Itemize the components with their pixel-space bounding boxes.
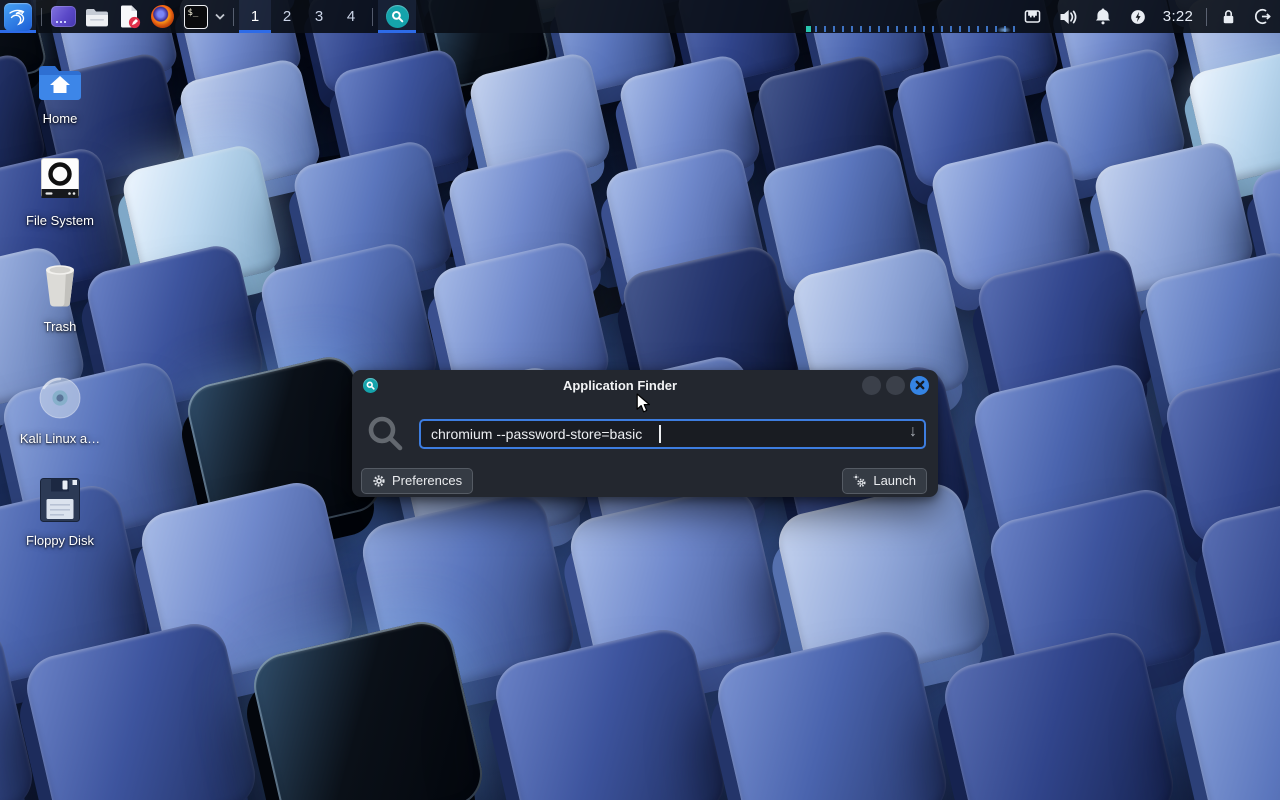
volume-applet[interactable] bbox=[1050, 0, 1085, 33]
panel-tray: 3:22 bbox=[1015, 0, 1280, 33]
logout-button[interactable] bbox=[1244, 0, 1280, 33]
application-finder-icon bbox=[386, 5, 409, 28]
wallpaper-glint-strip bbox=[806, 26, 1018, 32]
close-button[interactable] bbox=[910, 376, 929, 395]
desktop-icon-trash[interactable]: Trash bbox=[12, 262, 108, 334]
text-caret bbox=[659, 425, 661, 443]
launcher-firefox[interactable] bbox=[146, 0, 179, 33]
terminal-icon: $_ bbox=[184, 5, 208, 29]
application-finder-icon bbox=[363, 378, 378, 393]
workspace-1-label: 1 bbox=[251, 8, 259, 25]
qterminal-icon bbox=[51, 6, 76, 27]
text-editor-icon bbox=[119, 5, 141, 29]
firefox-icon bbox=[151, 5, 174, 28]
desktop-icon-home[interactable]: Home bbox=[12, 54, 108, 126]
network-applet[interactable] bbox=[1015, 0, 1050, 33]
maximize-button[interactable] bbox=[886, 376, 905, 395]
workspace-1[interactable]: 1 bbox=[239, 0, 271, 33]
application-finder-window: Application Finder ↓ bbox=[352, 370, 938, 497]
workspace-2-label: 2 bbox=[283, 8, 291, 25]
desktop-icon-kali-cdrom[interactable]: Kali Linux a… bbox=[12, 374, 108, 446]
top-panel: $_ 1 2 3 4 bbox=[0, 0, 1280, 33]
network-icon bbox=[1023, 7, 1042, 26]
command-input[interactable] bbox=[419, 419, 926, 449]
notifications-applet[interactable] bbox=[1085, 0, 1120, 33]
workspace-3-label: 3 bbox=[315, 8, 323, 25]
hard-drive-icon bbox=[41, 158, 79, 202]
desktop-icon-label: Floppy Disk bbox=[26, 533, 94, 548]
home-folder-icon bbox=[37, 62, 83, 100]
floppy-icon bbox=[40, 478, 80, 522]
desktop-icon-floppy[interactable]: Floppy Disk bbox=[12, 476, 108, 548]
gear-icon bbox=[372, 474, 386, 488]
logout-icon bbox=[1253, 7, 1272, 26]
bell-icon bbox=[1094, 7, 1112, 26]
launcher-text-editor[interactable] bbox=[113, 0, 146, 33]
volume-icon bbox=[1058, 7, 1078, 27]
minimize-button[interactable] bbox=[862, 376, 881, 395]
launcher-file-manager[interactable] bbox=[80, 0, 113, 33]
desktop-icon-label: Kali Linux a… bbox=[20, 431, 100, 446]
launcher-qterminal[interactable] bbox=[47, 0, 80, 33]
mouse-cursor bbox=[636, 393, 651, 414]
panel-separator bbox=[233, 8, 234, 26]
kali-menu-icon bbox=[4, 3, 32, 31]
window-title: Application Finder bbox=[378, 378, 862, 393]
history-dropdown-icon[interactable]: ↓ bbox=[909, 423, 917, 441]
workspace-2[interactable]: 2 bbox=[271, 0, 303, 33]
panel-separator bbox=[372, 8, 373, 26]
panel-separator bbox=[41, 8, 42, 26]
desktop-icon-label: File System bbox=[26, 213, 94, 228]
preferences-label: Preferences bbox=[392, 473, 462, 488]
power-icon bbox=[1129, 8, 1147, 26]
panel-clock[interactable]: 3:22 bbox=[1155, 0, 1201, 33]
applications-menu-button[interactable] bbox=[0, 0, 36, 33]
launch-icon bbox=[853, 474, 867, 488]
workspace-4[interactable]: 4 bbox=[335, 0, 367, 33]
launcher-dropdown[interactable] bbox=[212, 0, 228, 33]
workspace-3[interactable]: 3 bbox=[303, 0, 335, 33]
desktop-icon-label: Home bbox=[43, 111, 78, 126]
launch-label: Launch bbox=[873, 473, 916, 488]
chevron-down-icon bbox=[215, 13, 225, 20]
trash-icon bbox=[41, 262, 79, 308]
preferences-button[interactable]: Preferences bbox=[361, 468, 473, 494]
lock-screen-button[interactable] bbox=[1212, 0, 1244, 33]
search-icon bbox=[364, 413, 408, 455]
file-manager-icon bbox=[85, 7, 109, 27]
launch-button[interactable]: Launch bbox=[842, 468, 927, 494]
lock-icon bbox=[1220, 8, 1237, 26]
desktop-icon-label: Trash bbox=[44, 319, 77, 334]
desktop-icon-file-system[interactable]: File System bbox=[12, 156, 108, 228]
close-icon bbox=[915, 380, 925, 390]
workspace-4-label: 4 bbox=[347, 8, 355, 25]
power-manager-applet[interactable] bbox=[1120, 0, 1155, 33]
launcher-terminal[interactable]: $_ bbox=[179, 0, 212, 33]
panel-separator bbox=[1206, 8, 1207, 26]
taskbar-application-finder[interactable] bbox=[378, 0, 416, 33]
optical-disc-icon bbox=[38, 376, 82, 420]
